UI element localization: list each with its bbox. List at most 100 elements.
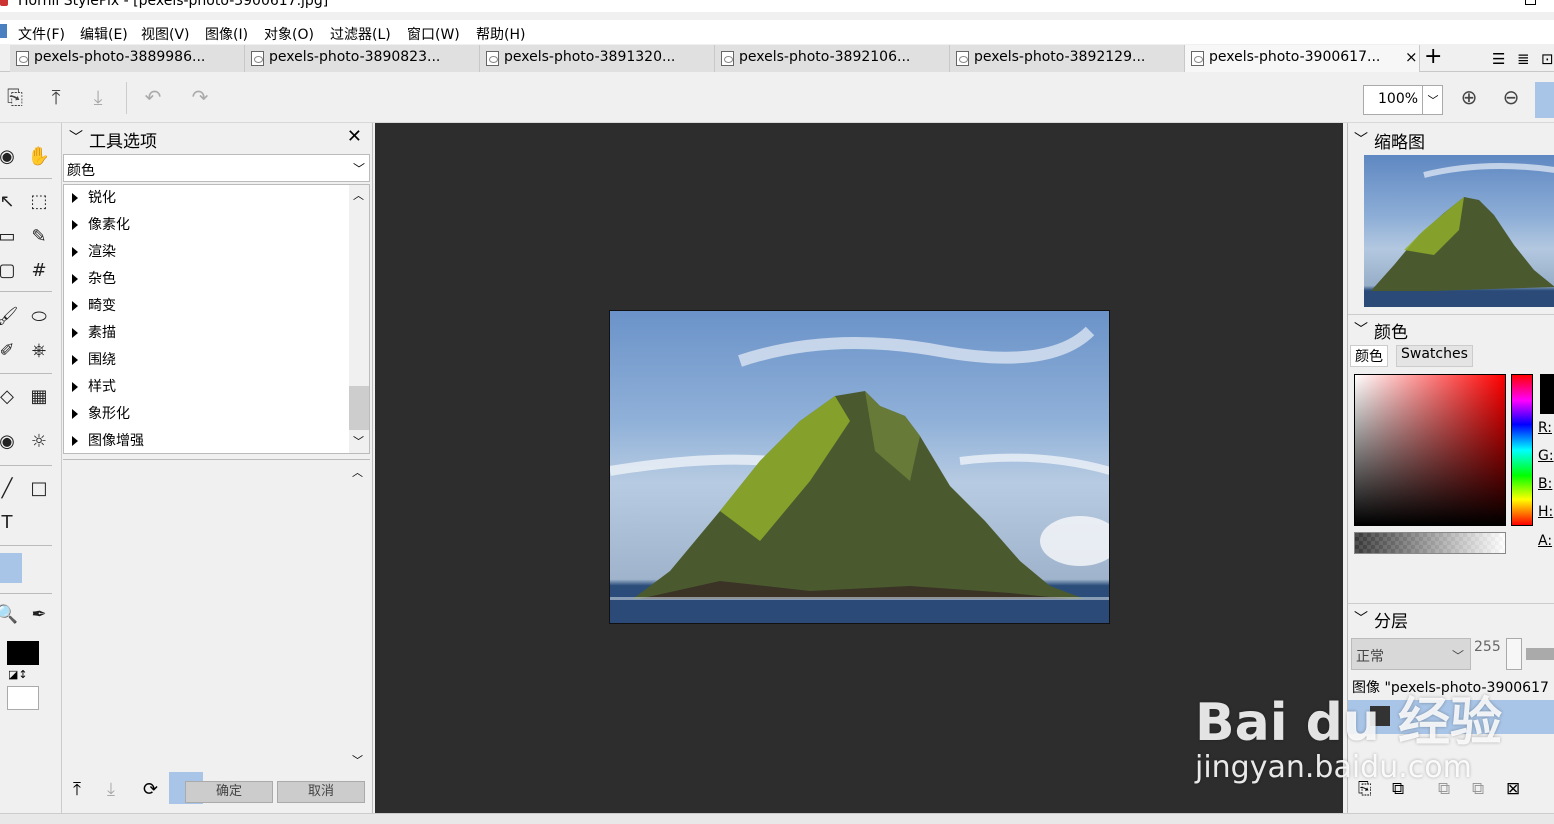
fit-window-icon[interactable] [1535,82,1554,118]
scrollbar-thumb[interactable] [349,386,369,430]
eyedropper-icon[interactable]: ✒ [26,601,52,627]
save-download-icon[interactable]: ⤓ [85,84,111,110]
adjust-icon[interactable]: ☰ [1492,50,1505,68]
opacity-value[interactable]: 255 [1474,639,1501,655]
expand-triangle-icon[interactable] [72,193,78,203]
zoom-out-icon[interactable]: ⊖ [1498,84,1524,110]
scroll-up-icon[interactable]: ︿ [353,187,364,203]
menu-view[interactable]: 视图(V) [141,24,190,44]
filter-list-scrollbar[interactable]: ︿ ﹀ [349,185,369,453]
transform-icon[interactable]: ⬚ [26,188,52,214]
stamp-icon[interactable]: ⎈ [26,337,52,363]
filter-category-select[interactable]: 颜色 ﹀ [63,154,370,182]
opacity-stepper[interactable] [1506,638,1522,670]
chevron-down-icon[interactable]: ﹀ [1354,608,1368,628]
expand-triangle-icon[interactable] [72,382,78,392]
gradient-icon[interactable]: ▦ [26,383,52,409]
opacity-slider[interactable] [1526,648,1554,660]
object-select-icon[interactable]: ▢ [0,257,20,283]
expand-triangle-icon[interactable] [72,355,78,365]
filter-item-surround[interactable]: 围绕 [72,349,116,375]
chevron-down-icon[interactable]: ﹀ [1452,647,1464,664]
rectangle-shape-icon[interactable]: □ [26,475,52,501]
menu-window[interactable]: 窗口(W) [407,24,460,44]
alpha-slider[interactable] [1354,532,1506,554]
chevron-down-icon[interactable]: ﹀ [1422,86,1443,114]
crop-icon[interactable]: # [26,257,52,283]
ok-button[interactable]: 确定 [185,781,273,803]
filter-item-enhance[interactable]: 图像增强 [72,430,144,453]
eraser-icon[interactable]: ⬭ [26,303,52,329]
filter-item-noise[interactable]: 杂色 [72,268,116,294]
brightness-icon[interactable]: ☼ [26,428,52,454]
filter-item-pictorial[interactable]: 象形化 [72,403,130,429]
color-spectrum[interactable] [1354,374,1506,526]
tab-swatches[interactable]: Swatches [1396,345,1473,367]
new-tab-icon[interactable]: + [1424,44,1442,69]
export-icon[interactable]: ⤒ [73,779,81,800]
close-icon[interactable]: ✕ [347,126,362,147]
zoom-in-icon[interactable]: ⊕ [1456,84,1482,110]
filter-item-distort[interactable]: 畸变 [72,295,116,321]
blend-mode-select[interactable]: 正常 ﹀ [1351,638,1471,670]
thumbnail-image[interactable] [1364,155,1554,307]
redo-icon[interactable]: ↷ [187,84,213,110]
expand-triangle-icon[interactable] [72,409,78,419]
tab-document-2[interactable]: pexels-photo-3890823... [245,45,480,72]
filter-item-sketch[interactable]: 素描 [72,322,116,348]
expand-triangle-icon[interactable] [72,328,78,338]
lasso-icon[interactable]: ✎ [26,223,52,249]
expand-triangle-icon[interactable] [72,247,78,257]
tab-document-5[interactable]: pexels-photo-3892129... [950,45,1185,72]
text-icon[interactable]: T [0,509,20,535]
menu-file[interactable]: 文件(F) [18,24,65,44]
chevron-down-icon[interactable]: ﹀ [69,127,83,147]
tab-close-icon[interactable]: × [1405,48,1418,66]
tab-document-3[interactable]: pexels-photo-3891320... [480,45,715,72]
filter-item-sharpen[interactable]: 锐化 [72,187,116,213]
move-arrow-icon[interactable]: ↖ [0,188,20,214]
undo-icon[interactable]: ↶ [140,84,166,110]
new-document-icon[interactable]: ⎘ [2,84,28,110]
document-image[interactable] [609,310,1110,624]
background-color-swatch[interactable] [7,686,39,710]
copy-layer-icon[interactable]: ⧉ [1472,779,1484,799]
open-upload-icon[interactable]: ⤒ [43,84,69,110]
menu-filter[interactable]: 过滤器(L) [330,24,391,44]
chevron-down-icon[interactable]: ﹀ [353,160,365,177]
color-mixer-icon[interactable] [0,553,22,583]
cancel-button[interactable]: 取消 [277,781,365,803]
red-eye-icon[interactable]: ◉ [0,428,20,454]
rect-select-icon[interactable]: ▭ [0,223,20,249]
chevron-down-icon[interactable]: ﹀ [1354,319,1368,339]
menu-edit[interactable]: 编辑(E) [80,24,128,44]
clone-icon[interactable]: ✐ [0,337,20,363]
refresh-icon[interactable]: ⟳ [143,779,158,800]
tab-document-4[interactable]: pexels-photo-3892106... [715,45,950,72]
magnifier-icon[interactable]: 🔍 [0,601,20,627]
tab-document-1[interactable]: pexels-photo-3889986... [10,45,245,72]
view-eye-icon[interactable]: ◉ [0,143,20,169]
filter-item-style[interactable]: 样式 [72,376,116,402]
fill-icon[interactable]: ◇ [0,383,20,409]
current-color-swatch[interactable] [1540,374,1554,414]
zoom-select[interactable]: 100% ﹀ [1363,85,1443,115]
menu-image[interactable]: 图像(I) [205,24,248,44]
scroll-down-icon[interactable]: ﹀ [352,752,363,768]
expand-triangle-icon[interactable] [72,220,78,230]
tab-color[interactable]: 颜色 [1350,345,1388,367]
delete-layer-icon[interactable]: ⊠ [1506,779,1520,799]
tab-document-6-active[interactable]: pexels-photo-3900617... × [1185,45,1420,72]
expand-triangle-icon[interactable] [72,274,78,284]
menu-object[interactable]: 对象(O) [264,24,314,44]
expand-triangle-icon[interactable] [72,301,78,311]
filter-item-pixelate[interactable]: 像素化 [72,214,130,240]
brush-icon[interactable]: 🖌 [0,303,20,329]
panel-icon[interactable]: ⊡ [1541,50,1554,68]
list-icon[interactable]: ≣ [1517,50,1530,68]
swap-colors-icon[interactable]: ◪↕ [8,668,28,681]
line-icon[interactable]: ╱ [0,475,20,501]
chevron-down-icon[interactable]: ﹀ [1354,129,1368,149]
menu-help[interactable]: 帮助(H) [476,24,525,44]
hand-pan-icon[interactable]: ✋ [26,143,52,169]
